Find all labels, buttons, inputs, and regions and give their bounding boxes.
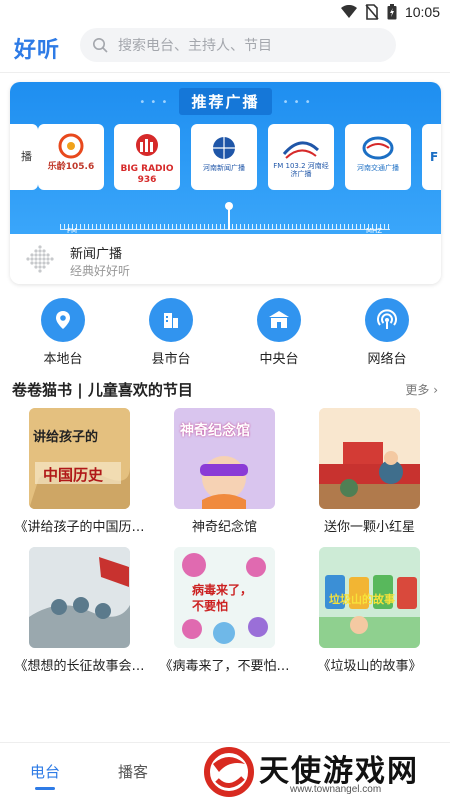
- station-logo-partial-right[interactable]: F: [422, 124, 441, 190]
- program-title: 《垃圾山的故事》: [317, 659, 422, 674]
- program-title: 《讲给孩子的中国历…: [14, 520, 145, 535]
- category-county[interactable]: 县市台: [126, 298, 216, 367]
- program-cover-text: 垃圾山的故事: [329, 593, 395, 606]
- program-cover: [29, 547, 130, 648]
- history-cover-art: [29, 408, 130, 509]
- battery-icon: [387, 4, 397, 20]
- category-network-label: 网络台: [367, 352, 407, 367]
- station-logo-leling[interactable]: 乐龄105.6: [38, 124, 104, 190]
- category-central-label: 中央台: [259, 352, 299, 367]
- red-star-cover-art: [319, 408, 420, 509]
- program-cover-text-2: 中国历史: [43, 466, 104, 484]
- leling-logo-icon: [58, 133, 84, 159]
- featured-banner: • • • 推荐广播 • • • 播 乐龄105.6 BIG RADIO 936…: [10, 82, 441, 235]
- banner-title-wrap: • • • 推荐广播 • • •: [10, 88, 441, 115]
- category-county-label: 县市台: [151, 352, 191, 367]
- no-sim-icon: [365, 4, 379, 20]
- program-cover: 神奇纪念馆: [174, 408, 275, 509]
- tab-active-indicator: [35, 787, 55, 790]
- station-logo-big-radio[interactable]: BIG RADIO 936: [114, 124, 180, 190]
- program-card[interactable]: 《想想的长征故事会…: [7, 547, 152, 674]
- header-divider: [0, 72, 450, 73]
- program-title: 神奇纪念馆: [191, 520, 257, 535]
- tab-podcast[interactable]: 播客: [118, 761, 148, 782]
- station-logo-partial-left[interactable]: 播: [10, 124, 38, 190]
- status-bar: 10:05: [0, 0, 450, 26]
- wifi-icon: [340, 5, 357, 18]
- program-card[interactable]: 病毒来了， 不要怕 《病毒来了，不要怕…: [152, 547, 297, 674]
- more-link[interactable]: 更多 ›: [405, 381, 438, 398]
- radio-speaker-icon: [26, 245, 54, 273]
- program-title: 送你一颗小红星: [323, 520, 415, 535]
- status-icons: 10:05: [340, 4, 440, 20]
- watermark-logo-icon: [204, 747, 254, 797]
- henan-traffic-logo-icon: [362, 136, 394, 160]
- featured-radio-card[interactable]: • • • 推荐广播 • • • 播 乐龄105.6 BIG RADIO 936…: [10, 82, 441, 284]
- program-title: 《病毒来了，不要怕…: [159, 659, 290, 674]
- station-logo-henan-news[interactable]: 河南新闻广播: [191, 124, 257, 190]
- watermark: 天使游戏网 www.townangel.com: [195, 742, 450, 800]
- now-playing-name: 新闻广播: [70, 247, 123, 262]
- banner-title: 推荐广播: [179, 88, 272, 115]
- station-logos-row: 播 乐龄105.6 BIG RADIO 936 河南新闻广播 FM 103.2 …: [10, 124, 441, 194]
- category-network-circle: [365, 298, 409, 342]
- program-card[interactable]: 垃圾山的故事 《垃圾山的故事》: [297, 547, 442, 674]
- status-time: 10:05: [404, 4, 440, 20]
- program-cover: 垃圾山的故事: [319, 547, 420, 648]
- app-logo: 好听: [14, 38, 61, 63]
- program-title: 《想想的长征故事会…: [14, 659, 145, 674]
- category-local[interactable]: 本地台: [18, 298, 108, 367]
- category-local-circle: [41, 298, 85, 342]
- category-local-label: 本地台: [43, 352, 83, 367]
- broadcast-signal-icon: [377, 309, 397, 329]
- watermark-url: www.townangel.com: [290, 784, 382, 795]
- henan-economy-logo-icon: [282, 141, 320, 159]
- search-input[interactable]: 搜索电台、主持人、节目: [80, 28, 396, 62]
- program-cover: 病毒来了， 不要怕: [174, 547, 275, 648]
- station-logo-henan-economy[interactable]: FM 103.2 河南经济广播: [268, 124, 334, 190]
- category-shortcuts: 本地台 县市台 中央台 网络台: [0, 298, 450, 368]
- program-cover-text-1: 讲给孩子的: [33, 430, 99, 445]
- banner-dots-right: • • •: [282, 97, 312, 108]
- long-march-cover-art: [29, 547, 130, 648]
- program-card[interactable]: 神奇纪念馆 神奇纪念馆: [152, 408, 297, 535]
- program-cover: [319, 408, 420, 509]
- category-county-circle: [149, 298, 193, 342]
- tab-radio[interactable]: 电台: [30, 761, 60, 782]
- location-pin-icon: [56, 311, 70, 329]
- henan-news-logo-icon: [213, 137, 235, 159]
- program-cover-text: 神奇纪念馆: [180, 423, 250, 439]
- now-playing[interactable]: 新闻广播 经典好好听: [10, 234, 441, 284]
- building-icon: [164, 313, 178, 328]
- gate-building-icon: [269, 311, 289, 328]
- tuner-needle: [225, 202, 233, 230]
- program-cover: 讲给孩子的 中国历史: [29, 408, 130, 509]
- header: 好听 搜索电台、主持人、节目: [0, 26, 450, 72]
- banner-dots-left: • • •: [139, 97, 169, 108]
- program-card[interactable]: 送你一颗小红星: [297, 408, 442, 535]
- search-placeholder: 搜索电台、主持人、节目: [118, 38, 272, 54]
- category-central[interactable]: 中央台: [234, 298, 324, 367]
- program-cover-text: 病毒来了， 不要怕: [192, 583, 253, 613]
- fm-tuner-dial: FM MHZ: [10, 200, 441, 235]
- category-network[interactable]: 网络台: [342, 298, 432, 367]
- station-logo-henan-traffic[interactable]: 河南交通广播: [345, 124, 411, 190]
- program-card[interactable]: 讲给孩子的 中国历史 《讲给孩子的中国历…: [7, 408, 152, 535]
- category-central-circle: [257, 298, 301, 342]
- tuner-ticks: [60, 220, 390, 230]
- section-title: 卷卷猫书 | 儿童喜欢的节目: [12, 381, 193, 399]
- now-playing-subtitle: 经典好好听: [70, 264, 131, 278]
- search-icon: [93, 38, 108, 53]
